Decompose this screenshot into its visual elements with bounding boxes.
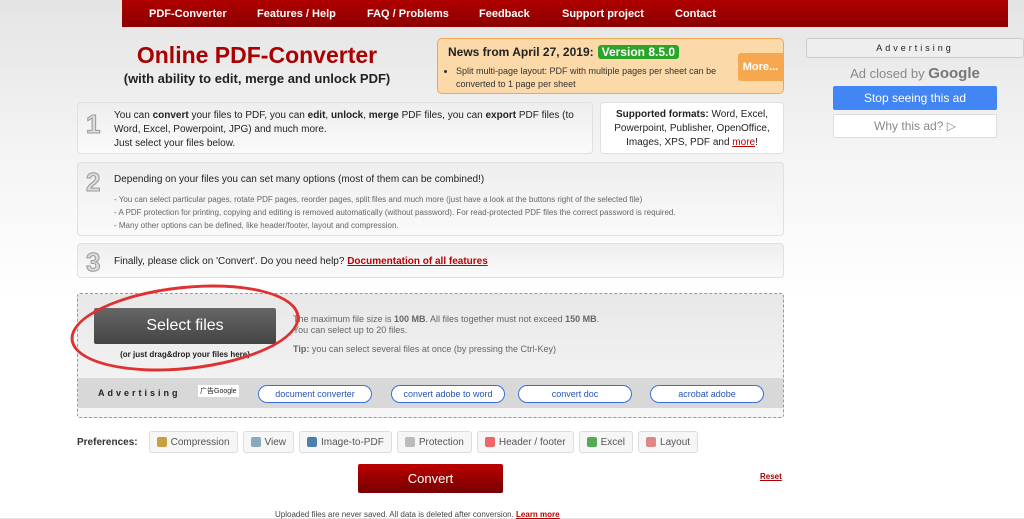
step-3: 3 Finally, please click on 'Convert'. Do… — [77, 243, 784, 278]
protection-button[interactable]: Protection — [396, 431, 472, 453]
step-1-text: You can convert your files to PDF, you c… — [114, 110, 574, 149]
compression-button[interactable]: Compression — [148, 431, 238, 453]
stop-seeing-ad-button[interactable]: Stop seeing this ad — [833, 86, 997, 110]
nav-pdf-converter[interactable]: PDF-Converter — [149, 8, 227, 20]
step-2-heading: Depending on your files you can set many… — [114, 174, 485, 185]
magnifier-icon — [250, 437, 261, 447]
excel-button[interactable]: Excel — [578, 431, 634, 453]
step-2-line: - Many other options can be defined, lik… — [114, 221, 399, 230]
step-2: 2 Depending on your files you can set ma… — [77, 162, 784, 236]
nav-contact[interactable]: Contact — [675, 8, 716, 20]
lock-icon — [404, 437, 415, 447]
sidebar-advertising-label: Advertising — [806, 38, 1024, 58]
image-icon — [307, 437, 318, 447]
preferences-bar: Preferences: Compression View Image-to-P… — [77, 431, 699, 453]
google-ad-badge[interactable]: 广告Google — [198, 385, 239, 397]
nav-support[interactable]: Support project — [562, 8, 644, 20]
news-box: News from April 27, 2019:Version 8.5.0 S… — [437, 38, 784, 94]
page-title: Online PDF-Converter — [136, 42, 378, 68]
preferences-label: Preferences: — [77, 436, 138, 448]
upload-info: The maximum file size is 100 MB. All fil… — [293, 314, 600, 354]
page-subtitle: (with ability to edit, merge and unlock … — [123, 71, 391, 86]
version-badge: Version 8.5.0 — [597, 45, 680, 59]
nav-faq[interactable]: FAQ / Problems — [367, 8, 449, 20]
ad-link[interactable]: convert doc — [518, 385, 632, 403]
documentation-link[interactable]: Documentation of all features — [347, 256, 488, 267]
top-nav: PDF-Converter Features / Help FAQ / Prob… — [122, 0, 1008, 27]
compression-icon — [156, 437, 167, 447]
why-this-ad-button[interactable]: Why this ad? ▷ — [833, 114, 997, 138]
view-button[interactable]: View — [242, 431, 295, 453]
excel-icon — [586, 437, 597, 447]
file-drop-zone[interactable]: Select files (or just drag&drop your fil… — [66, 274, 784, 418]
reset-link[interactable]: Reset — [760, 472, 782, 481]
step-number: 2 — [85, 167, 101, 198]
image-to-pdf-button[interactable]: Image-to-PDF — [299, 431, 392, 453]
step-number: 3 — [85, 247, 101, 278]
formats-more-link[interactable]: more — [732, 137, 755, 148]
news-heading: News from April 27, 2019: — [448, 45, 594, 59]
supported-formats: Supported formats: Word, Excel, Powerpoi… — [600, 102, 784, 154]
nav-feedback[interactable]: Feedback — [479, 8, 530, 20]
news-more-button[interactable]: More... — [738, 53, 783, 81]
step-1: 1 You can convert your files to PDF, you… — [77, 102, 593, 154]
red-highlight-circle — [66, 274, 304, 382]
ad-sidebar: Advertising Ad closed by Google Stop see… — [806, 38, 1024, 138]
ad-closed-text: Ad closed by Google — [850, 65, 980, 82]
news-item: Split multi-page layout: PDF with multip… — [456, 65, 736, 91]
step-2-line: - You can select particular pages, rotat… — [114, 195, 643, 204]
header-footer-button[interactable]: Header / footer — [476, 431, 574, 453]
advertising-label: Advertising — [98, 388, 181, 398]
layout-button[interactable]: Layout — [638, 431, 699, 453]
header: Online PDF-Converter (with ability to ed… — [77, 42, 437, 86]
ad-link[interactable]: convert adobe to word — [391, 385, 505, 403]
layout-icon — [646, 437, 657, 447]
step-number: 1 — [85, 109, 101, 140]
ad-link[interactable]: acrobat adobe — [650, 385, 764, 403]
step-3-text: Finally, please click on 'Convert'. Do y… — [114, 256, 348, 267]
google-logo: Google — [928, 65, 980, 82]
nav-features-help[interactable]: Features / Help — [257, 8, 336, 20]
page-icon — [484, 437, 495, 447]
step-2-line: - A PDF protection for printing, copying… — [114, 208, 676, 217]
ad-row: Advertising 广告Google document converter … — [78, 378, 783, 408]
convert-button[interactable]: Convert — [358, 464, 503, 493]
ad-link[interactable]: document converter — [258, 385, 372, 403]
